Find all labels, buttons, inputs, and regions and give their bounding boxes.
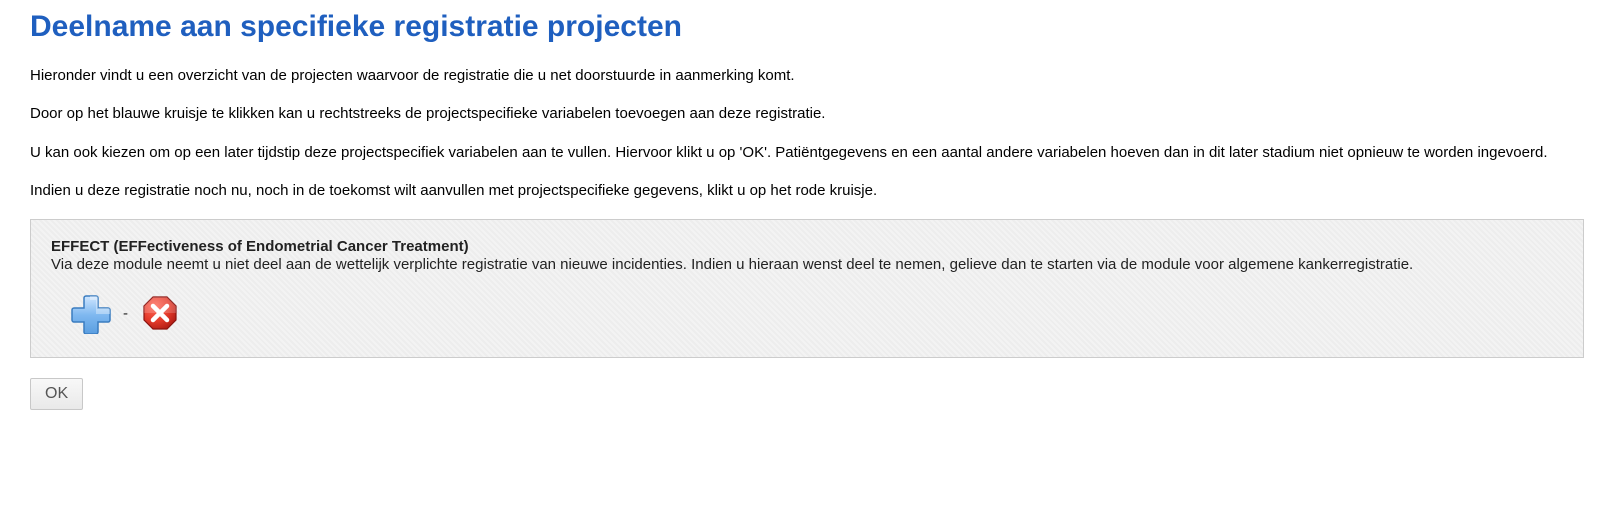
ok-button[interactable]: OK	[30, 378, 83, 410]
page-title: Deelname aan specifieke registratie proj…	[30, 10, 1584, 44]
intro-block: Hieronder vindt u een overzicht van de p…	[30, 66, 1584, 201]
plus-icon	[70, 292, 112, 334]
intro-paragraph-3: U kan ook kiezen om op een later tijdsti…	[30, 143, 1584, 163]
intro-paragraph-1: Hieronder vindt u een overzicht van de p…	[30, 66, 1584, 86]
project-panel: EFFECT (EFFectiveness of Endometrial Can…	[30, 219, 1584, 358]
intro-paragraph-4: Indien u deze registratie noch nu, noch …	[30, 181, 1584, 201]
project-description: Via deze module neemt u niet deel aan de…	[51, 255, 1563, 275]
cancel-button[interactable]	[138, 291, 182, 335]
project-title: EFFECT (EFFectiveness of Endometrial Can…	[51, 238, 1563, 255]
close-icon	[140, 293, 180, 333]
separator-text: -	[123, 305, 128, 322]
project-action-row: -	[51, 291, 1563, 335]
add-button[interactable]	[69, 291, 113, 335]
intro-paragraph-2: Door op het blauwe kruisje te klikken ka…	[30, 104, 1584, 124]
